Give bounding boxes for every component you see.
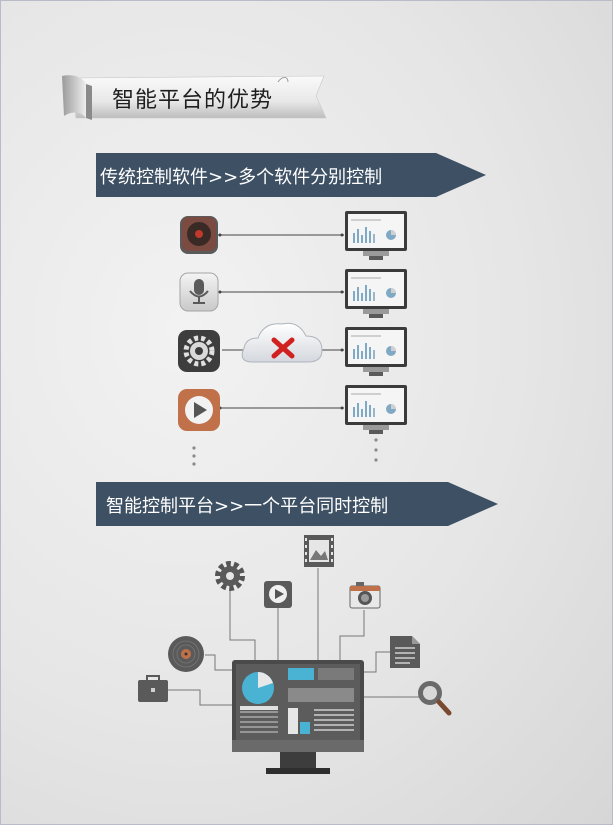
vinyl-record-icon bbox=[168, 636, 204, 672]
film-image-icon bbox=[304, 535, 334, 567]
gear-icon bbox=[215, 561, 245, 591]
play-icon bbox=[264, 581, 292, 608]
magnifier-icon bbox=[418, 681, 452, 716]
section2-diagram bbox=[138, 535, 452, 774]
document-icon bbox=[390, 636, 420, 668]
monitor-dashboard-icon bbox=[232, 660, 364, 774]
briefcase-icon bbox=[138, 675, 168, 702]
camera-icon bbox=[349, 582, 381, 609]
